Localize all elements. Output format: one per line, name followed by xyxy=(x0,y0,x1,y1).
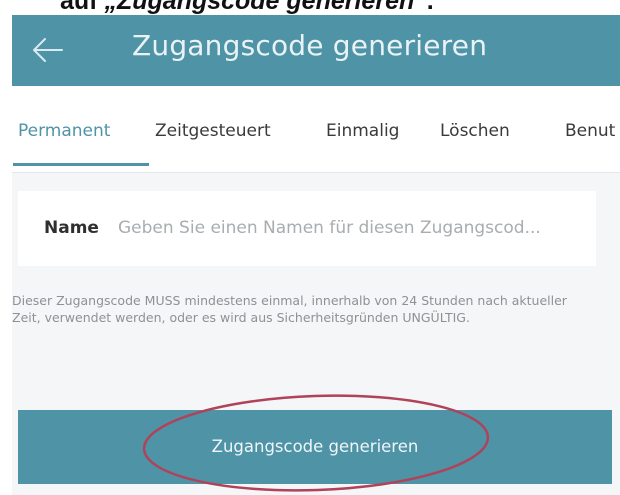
caption-suffix: . xyxy=(426,0,434,15)
name-input[interactable] xyxy=(118,211,584,245)
tab-loeschen[interactable]: Löschen xyxy=(440,121,510,141)
caption-prefix: auf xyxy=(60,0,105,15)
tab-bar: Permanent Zeitgesteuert Einmalig Löschen… xyxy=(12,86,620,173)
name-field-card: Name xyxy=(18,191,596,266)
tab-zeitgesteuert[interactable]: Zeitgesteuert xyxy=(155,121,271,141)
caption-quoted: „Zugangscode generieren“ xyxy=(104,0,427,15)
arrow-left-icon[interactable] xyxy=(30,32,66,68)
app-screen: Zugangscode generieren Permanent Zeitges… xyxy=(12,15,620,495)
document-caption: auf „Zugangscode generieren“. xyxy=(60,0,434,16)
generate-code-button[interactable]: Zugangscode generieren xyxy=(18,410,612,484)
tab-benutzer[interactable]: Benut xyxy=(565,121,615,141)
title-bar: Zugangscode generieren xyxy=(12,15,620,86)
generate-button-label: Zugangscode generieren xyxy=(211,437,419,456)
screenshot-frame: auf „Zugangscode generieren“. Zugangscod… xyxy=(0,0,620,495)
tab-permanent[interactable]: Permanent xyxy=(18,121,110,141)
name-label: Name xyxy=(44,218,99,238)
active-tab-indicator xyxy=(13,163,149,166)
page-title: Zugangscode generieren xyxy=(132,29,488,62)
validity-hint-text: Dieser Zugangscode MUSS mindestens einma… xyxy=(12,293,567,325)
tab-einmalig[interactable]: Einmalig xyxy=(326,121,399,141)
